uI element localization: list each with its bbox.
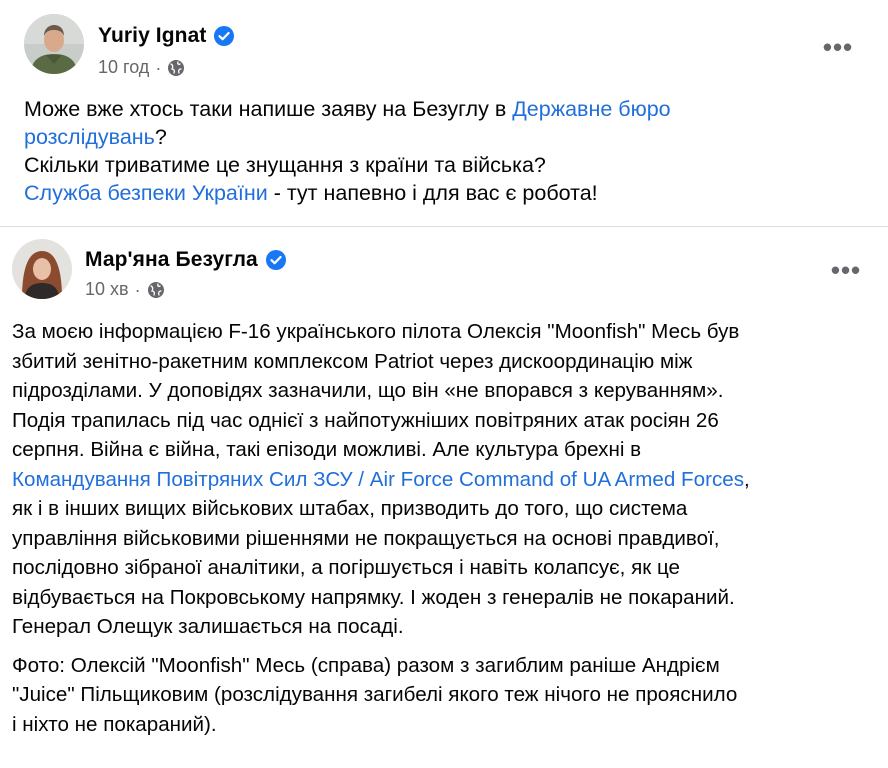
globe-icon — [147, 281, 164, 298]
text-line: відбувається на Покровському напрямку. І… — [12, 585, 735, 609]
author-avatar-yuriy[interactable] — [24, 14, 84, 74]
post-meta: 10 год · — [98, 57, 185, 78]
text-line: як і в інших вищих військових штабах, пр… — [12, 497, 688, 520]
text-line: і ніхто не покараний). — [12, 712, 217, 736]
meta-separator: · — [155, 57, 162, 78]
shared-post: Мар'яна Безугла 10 хв · ••• За моєю інфо… — [0, 226, 888, 768]
shared-paragraph-1: За моєю інформацією F-16 українського пі… — [12, 317, 884, 642]
text-line: підрозділами. У доповідях зазначили, що … — [12, 379, 724, 402]
text-line: Командування Повітряних Сил ЗСУ / Air Fo… — [12, 467, 750, 491]
text-line: Подія трапилась під час однієї з найпоту… — [12, 408, 719, 432]
post-timestamp[interactable]: 10 год — [98, 57, 149, 78]
verified-badge-icon — [265, 250, 286, 270]
shared-paragraph-2: Фото: Олексій "Moonfish" Месь (справа) р… — [12, 651, 884, 740]
shared-more-options-button[interactable]: ••• — [826, 255, 866, 285]
shared-post-message: За моєю інформацією F-16 українського пі… — [12, 317, 884, 739]
facebook-post: Yuriy Ignat 10 год · ••• Може вже хтось … — [0, 0, 888, 768]
text-line: "Juice" Пільщиковим (розслідування загиб… — [12, 683, 738, 706]
text-line: управління військовими рішеннями не покр… — [12, 526, 720, 550]
shared-post-meta: 10 хв · — [85, 279, 165, 300]
post-line-4: Служба безпеки України - тут напевно і д… — [24, 181, 598, 205]
link-sbu[interactable]: Служба безпеки України — [24, 181, 268, 205]
meta-separator: · — [134, 279, 141, 300]
link-dbr-part2[interactable]: розслідувань — [24, 125, 155, 149]
shared-author-line: Мар'яна Безугла — [85, 248, 286, 272]
text-line: послідовно зібраної аналітики, а погіршу… — [12, 556, 681, 579]
globe-icon — [168, 59, 185, 76]
post-more-options-button[interactable]: ••• — [818, 32, 858, 62]
text-line: Генерал Олещук залишається на посаді. — [12, 615, 404, 638]
verified-badge-icon — [214, 26, 235, 46]
text-line: За моєю інформацією F-16 українського пі… — [12, 320, 740, 343]
link-dbr-part1[interactable]: Державне бюро — [512, 97, 670, 121]
shared-post-timestamp[interactable]: 10 хв — [85, 279, 129, 300]
more-options-icon: ••• — [830, 255, 862, 285]
author-name[interactable]: Yuriy Ignat — [98, 24, 206, 48]
author-line: Yuriy Ignat — [98, 24, 235, 48]
more-options-icon: ••• — [822, 32, 854, 62]
post-line-2: розслідувань? — [24, 125, 167, 149]
author-avatar-maryana[interactable] — [12, 239, 72, 299]
text-line: серпня. Війна є війна, такі епізоди можл… — [12, 438, 642, 461]
post-line-1: Може вже хтось таки напише заяву на Безу… — [24, 97, 671, 121]
shared-author-name[interactable]: Мар'яна Безугла — [85, 248, 258, 272]
link-air-force-command[interactable]: Командування Повітряних Сил ЗСУ / Air Fo… — [12, 468, 744, 491]
text-line: Фото: Олексій "Moonfish" Месь (справа) р… — [12, 653, 720, 677]
text-line: збитий зенітно-ракетним комплексом Patri… — [12, 349, 693, 373]
post-message: Може вже хтось таки напише заяву на Безу… — [24, 95, 864, 207]
post-line-3: Скільки триватиме це знущання з країни т… — [24, 153, 546, 177]
